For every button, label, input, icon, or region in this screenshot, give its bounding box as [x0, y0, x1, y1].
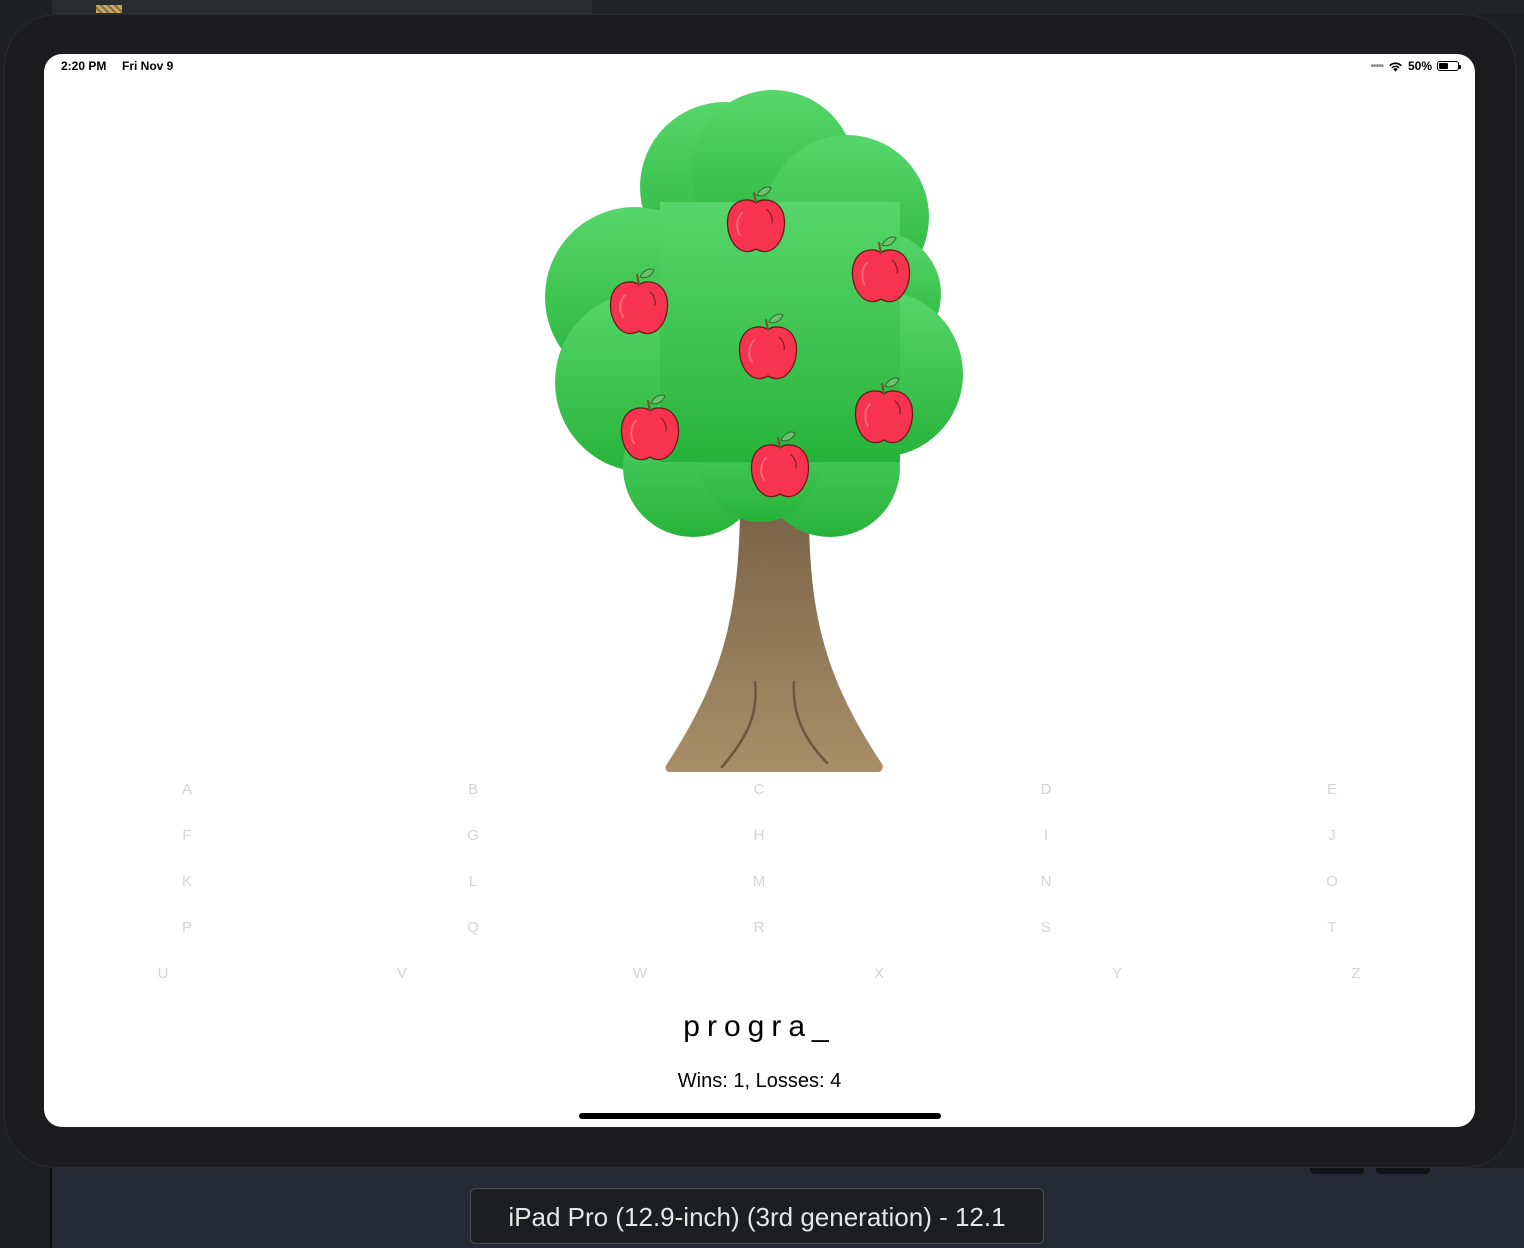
letter-button-r[interactable]: R — [729, 917, 789, 939]
ipad-screen: 2:20 PM Fri Nov 9 ••••• 50% A B C D E F … — [44, 54, 1475, 1127]
letter-button-j[interactable]: J — [1302, 825, 1362, 847]
letter-button-p[interactable]: P — [157, 917, 217, 939]
letter-button-c[interactable]: C — [729, 779, 789, 801]
letter-button-t[interactable]: T — [1302, 917, 1362, 939]
correct-word-label: progra_ — [683, 1010, 836, 1043]
home-indicator[interactable] — [579, 1113, 941, 1119]
score-label: Wins: 1, Losses: 4 — [677, 1070, 842, 1092]
ipad-device-frame: 2:20 PM Fri Nov 9 ••••• 50% A B C D E F … — [4, 14, 1516, 1168]
letter-button-w[interactable]: W — [610, 963, 670, 985]
letter-button-e[interactable]: E — [1302, 779, 1362, 801]
storyboard-icon — [96, 5, 122, 13]
xcode-editor-pane — [592, 0, 1524, 14]
letter-button-i[interactable]: I — [1016, 825, 1076, 847]
letter-buttons-grid: A B C D E F G H I J K L M N O P Q R S T U V W X Y Z — [44, 54, 1475, 1127]
letter-button-l[interactable]: L — [443, 871, 503, 893]
letter-button-s[interactable]: S — [1016, 917, 1076, 939]
letter-button-x[interactable]: X — [849, 963, 909, 985]
letter-button-o[interactable]: O — [1302, 871, 1362, 893]
letter-button-y[interactable]: Y — [1087, 963, 1147, 985]
letter-button-h[interactable]: H — [729, 825, 789, 847]
simulator-device-label: iPad Pro (12.9-inch) (3rd generation) - … — [470, 1188, 1044, 1244]
xcode-navigator-pane — [52, 0, 593, 14]
letter-button-q[interactable]: Q — [443, 917, 503, 939]
letter-button-n[interactable]: N — [1016, 871, 1076, 893]
letter-button-d[interactable]: D — [1016, 779, 1076, 801]
letter-button-v[interactable]: V — [372, 963, 432, 985]
letter-button-f[interactable]: F — [157, 825, 217, 847]
letter-button-z[interactable]: Z — [1326, 963, 1386, 985]
letter-button-u[interactable]: U — [133, 963, 193, 985]
letter-button-k[interactable]: K — [157, 871, 217, 893]
letter-button-g[interactable]: G — [443, 825, 503, 847]
letter-button-m[interactable]: M — [729, 871, 789, 893]
letter-button-a[interactable]: A — [157, 779, 217, 801]
letter-button-b[interactable]: B — [443, 779, 503, 801]
